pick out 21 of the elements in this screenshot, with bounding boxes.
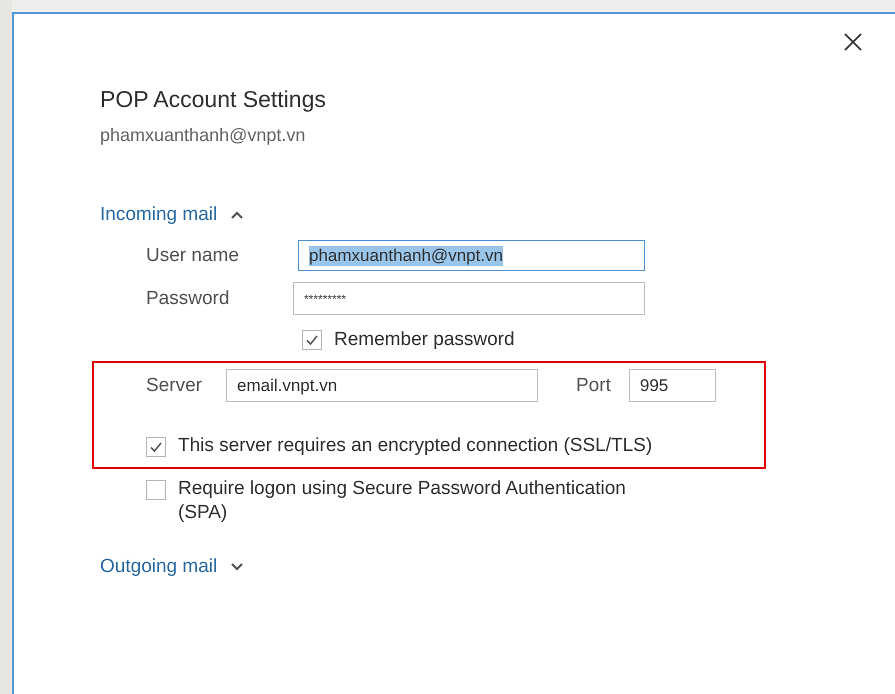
input-field[interactable]: email.vnpt.vn [226,369,538,402]
chevron-down-icon [231,563,244,572]
checkbox[interactable] [146,437,166,457]
checkbox[interactable] [302,330,322,350]
password-field[interactable]: ********* [293,282,645,315]
field-label: Server [146,374,203,396]
checkbox-label: Require logon using Secure Password Authentication (SPA) [178,476,627,526]
field-label: Password [146,288,230,310]
section-header[interactable]: Incoming mail [100,204,244,226]
checkbox-label: This server requires an encrypted connection (SSL/TLS) [178,434,654,458]
close-icon [843,32,863,52]
input-field[interactable]: 995 [628,369,716,402]
account-email: phamxuanthanh@vnpt.vn [100,125,306,146]
checkbox-label: Remember password [334,329,515,351]
checkbox[interactable] [146,480,166,500]
field-label: Port [576,374,611,396]
field-label: User name [146,244,240,266]
chevron-up-icon [231,211,244,219]
section-header[interactable]: Outgoing mail [100,556,244,578]
input-field[interactable]: phamxuanthanh@vnpt.vn [298,240,645,271]
dialog-title: POP Account Settings [100,86,326,113]
